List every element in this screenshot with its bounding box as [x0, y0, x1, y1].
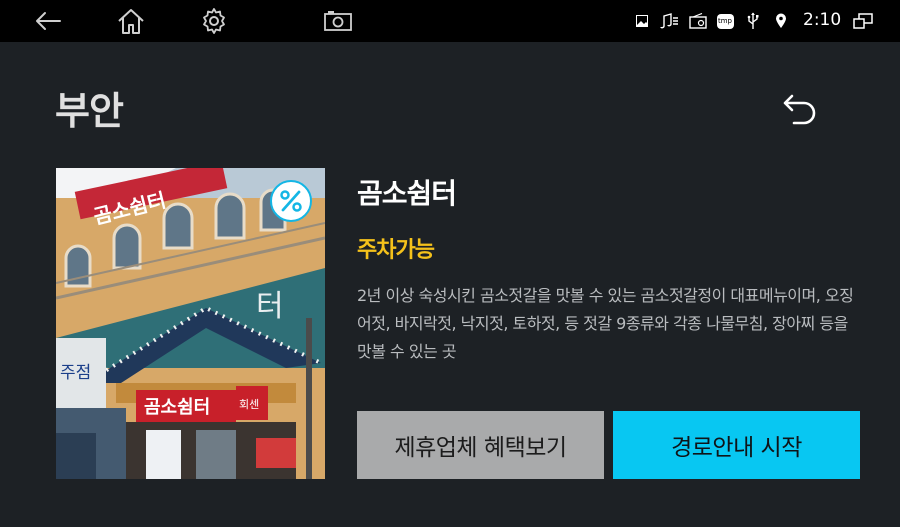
- image-icon: [635, 12, 649, 30]
- return-button[interactable]: [778, 88, 822, 132]
- back-nav-button[interactable]: [32, 5, 64, 37]
- photo-store-sign: 곰소쉼터: [144, 397, 210, 418]
- status-bar: tmp 2:10: [0, 0, 900, 42]
- photo-side-sign: 회센: [239, 398, 259, 411]
- place-name: 곰소쉼터: [357, 177, 457, 210]
- undo-arrow-icon: [783, 94, 816, 125]
- photo-wall-text: 터: [256, 289, 284, 324]
- page-title: 부안: [55, 89, 124, 133]
- location-icon: [774, 12, 788, 30]
- tmap-icon: tmp: [716, 12, 734, 30]
- photo-left-text: 주점: [60, 363, 91, 383]
- home-button[interactable]: [115, 5, 147, 37]
- multi-window-icon[interactable]: [852, 12, 874, 30]
- usb-icon: [745, 12, 761, 30]
- partner-benefits-button[interactable]: 제휴업체 혜택보기: [357, 411, 604, 479]
- place-description: 2년 이상 숙성시킨 곰소젓갈을 맛볼 수 있는 곰소젓갈정이 대표메뉴이며, …: [357, 286, 854, 361]
- parking-status: 주차가능: [357, 238, 435, 263]
- percent-icon: [280, 190, 302, 212]
- radio-icon: [688, 12, 708, 30]
- camera-button[interactable]: [322, 5, 354, 37]
- start-navigation-button[interactable]: 경로안내 시작: [613, 411, 860, 479]
- back-icon: [36, 12, 61, 30]
- discount-badge: [270, 180, 312, 222]
- settings-button[interactable]: [198, 5, 230, 37]
- music-icon: [658, 12, 680, 30]
- home-icon: [118, 9, 144, 34]
- tmap-label: tmp: [716, 13, 734, 29]
- clock: 2:10: [803, 10, 842, 30]
- camera-icon: [324, 11, 352, 31]
- settings-icon: [203, 8, 225, 34]
